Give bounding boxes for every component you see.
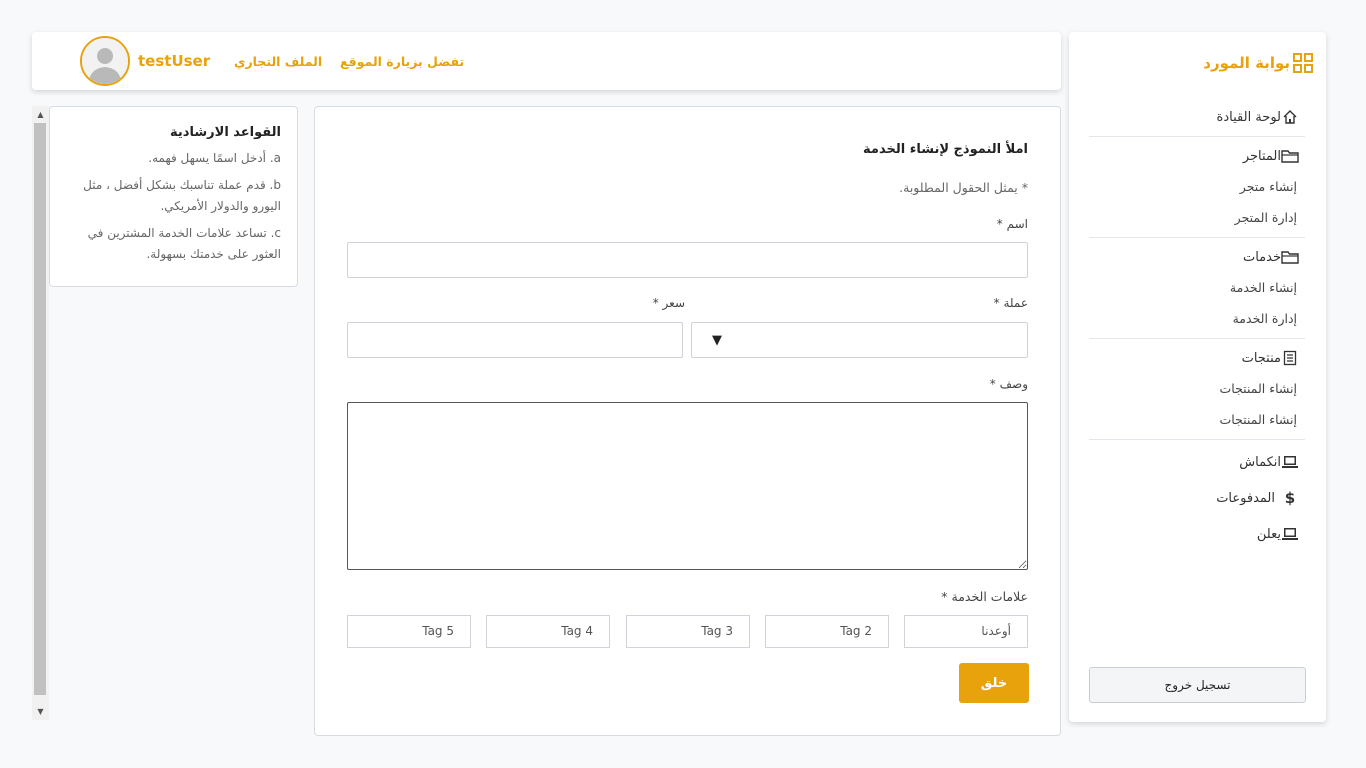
- guidelines-title: القواعد الارشادية: [170, 125, 281, 140]
- tag-input[interactable]: Tag 2: [765, 615, 889, 648]
- price-input[interactable]: [347, 322, 683, 358]
- divider: [1089, 237, 1305, 238]
- create-button[interactable]: خلق: [959, 663, 1029, 703]
- tag-input[interactable]: Tag 3: [626, 615, 750, 648]
- receipt-icon: [1281, 349, 1299, 367]
- sidebar-item-manage-service[interactable]: إدارة الخدمة: [1089, 303, 1305, 334]
- sidebar-item-label: يعلن: [1256, 526, 1281, 542]
- description-textarea[interactable]: [347, 402, 1028, 570]
- form-title: املأ النموذج لإنشاء الخدمة: [863, 142, 1028, 157]
- sidebar-item-services[interactable]: خدمات: [1089, 242, 1305, 272]
- sidebar-item-advertise[interactable]: يعلن: [1089, 516, 1305, 552]
- sidebar-item-create-products-2[interactable]: إنشاء المنتجات: [1089, 404, 1305, 435]
- currency-label: عملة *: [993, 296, 1028, 310]
- required-note: * يمثل الحقول المطلوبة.: [899, 180, 1028, 195]
- currency-select[interactable]: ▼: [691, 322, 1028, 358]
- grid-icon: [1292, 52, 1314, 74]
- sidebar-item-manage-store[interactable]: إدارة المتجر: [1089, 202, 1305, 233]
- user-avatar-icon: [82, 38, 128, 84]
- sidebar-item-label: منتجات: [1241, 350, 1281, 366]
- sidebar-item-label: لوحة القيادة: [1216, 109, 1281, 125]
- avatar[interactable]: [80, 36, 130, 86]
- guideline-item: a. أدخل اسمًا يسهل فهمه.: [148, 151, 281, 165]
- sidebar-item-label: المتاجر: [1242, 148, 1281, 164]
- sidebar-item-products[interactable]: منتجات: [1089, 343, 1305, 373]
- home-icon: [1281, 108, 1299, 126]
- sidebar-nav: لوحة القيادة المتاجر إنشاء متجر إدارة ال…: [1089, 102, 1305, 552]
- tags-label: علامات الخدمة *: [941, 589, 1028, 604]
- dollar-icon: $: [1284, 489, 1296, 507]
- visit-site-link[interactable]: تفضل بزيارة الموقع: [340, 54, 464, 69]
- scrollbar[interactable]: ▲ ▼: [32, 106, 49, 720]
- logout-button[interactable]: تسجيل خروج: [1089, 667, 1306, 703]
- guideline-item: c. تساعد علامات الخدمة المشترين في العثو…: [87, 226, 281, 261]
- scroll-thumb[interactable]: [34, 123, 46, 695]
- brand-title: بوابة المورد: [1203, 54, 1290, 72]
- tag-input[interactable]: Tag 4: [486, 615, 610, 648]
- description-label: وصف *: [989, 377, 1028, 391]
- name-input[interactable]: [347, 242, 1028, 278]
- name-label: اسم *: [996, 217, 1028, 231]
- tag-input[interactable]: أوعدنا: [904, 615, 1028, 648]
- dropdown-arrow-icon: ▼: [712, 333, 722, 348]
- sidebar-item-create-products[interactable]: إنشاء المنتجات: [1089, 373, 1305, 404]
- scroll-up-icon[interactable]: ▲: [32, 106, 49, 123]
- divider: [1089, 136, 1305, 137]
- sidebar-item-recession[interactable]: انكماش: [1089, 444, 1305, 480]
- sidebar-item-label: خدمات: [1242, 249, 1281, 265]
- brand[interactable]: بوابة المورد: [1203, 52, 1314, 74]
- sidebar-item-create-store[interactable]: إنشاء متجر: [1089, 171, 1305, 202]
- sidebar-item-payments[interactable]: $ المدفوعات: [1089, 480, 1305, 516]
- sidebar-item-create-service[interactable]: إنشاء الخدمة: [1089, 272, 1305, 303]
- laptop-icon: [1281, 525, 1299, 543]
- divider: [1089, 439, 1305, 440]
- sidebar-item-dashboard[interactable]: لوحة القيادة: [1089, 102, 1305, 132]
- username[interactable]: testUser: [138, 52, 210, 70]
- business-profile-link[interactable]: الملف التجاري: [234, 54, 322, 69]
- folder-icon: [1281, 147, 1299, 165]
- guideline-item: b. قدم عملة تناسبك بشكل أفضل ، مثل اليور…: [83, 178, 281, 213]
- guidelines-panel: القواعد الارشادية a. أدخل اسمًا يسهل فهم…: [49, 106, 298, 287]
- divider: [1089, 338, 1305, 339]
- sidebar-item-stores[interactable]: المتاجر: [1089, 141, 1305, 171]
- folder-icon: [1281, 248, 1299, 266]
- scroll-down-icon[interactable]: ▼: [32, 703, 49, 720]
- top-header: testUser الملف التجاري تفضل بزيارة الموق…: [32, 32, 1061, 90]
- sidebar-item-label: المدفوعات: [1216, 490, 1275, 506]
- service-form: املأ النموذج لإنشاء الخدمة * يمثل الحقول…: [314, 106, 1061, 736]
- sidebar: بوابة المورد لوحة القيادة المتاجر إنشاء …: [1069, 32, 1326, 722]
- price-label: سعر *: [652, 296, 685, 310]
- sidebar-item-label: انكماش: [1239, 454, 1281, 470]
- laptop-icon: [1281, 453, 1299, 471]
- tag-input[interactable]: Tag 5: [347, 615, 471, 648]
